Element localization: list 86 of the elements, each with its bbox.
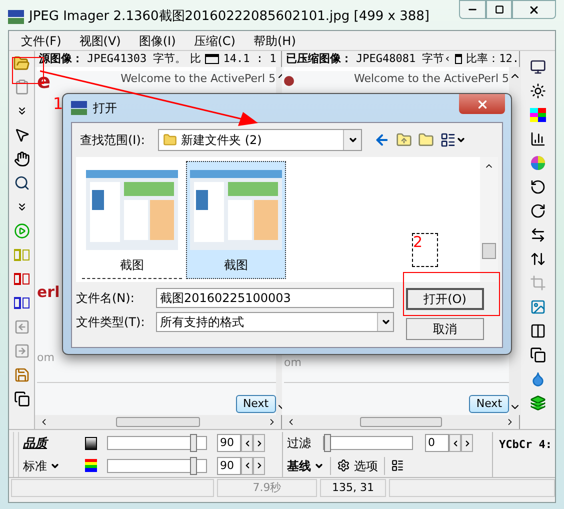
increment-button[interactable]	[253, 434, 265, 452]
close-icon	[528, 4, 540, 16]
up-folder-icon[interactable]	[396, 132, 412, 148]
view-menu-icon[interactable]	[440, 132, 466, 148]
slider-thumb[interactable]	[324, 434, 331, 452]
maximize-icon	[494, 5, 504, 14]
status-coordinates: 135, 31	[320, 479, 386, 497]
new-folder-icon[interactable]	[418, 132, 434, 148]
brightness-icon[interactable]	[528, 81, 548, 101]
open-button[interactable]: 打开(O)	[406, 288, 484, 310]
pane-info: 比率：12.	[466, 50, 519, 67]
grayscale-icon	[85, 436, 97, 450]
menu-item[interactable]: 图像(I)	[138, 32, 176, 50]
slider[interactable]	[107, 436, 207, 450]
minimize-button[interactable]	[459, 0, 486, 19]
decrement-button[interactable]	[241, 434, 253, 452]
color-grid-icon[interactable]	[528, 105, 548, 125]
copy-icon[interactable]	[12, 389, 32, 409]
increment-button[interactable]	[461, 434, 473, 452]
menu-item[interactable]: 文件(F)	[21, 32, 62, 50]
file-name: 截图	[120, 257, 144, 274]
dialog-title: 打开	[93, 100, 117, 117]
decrement-button[interactable]	[449, 434, 461, 452]
pane-info: JPEG41303 字节。	[87, 50, 186, 67]
file-type-dropdown[interactable]: 所有支持的格式	[156, 312, 394, 332]
options-button[interactable]: 选项	[337, 456, 385, 475]
close-icon	[476, 98, 488, 110]
slider[interactable]	[323, 436, 413, 450]
menu-item[interactable]: 帮助(H)	[254, 32, 296, 50]
annotation-number: 1	[53, 93, 64, 115]
preview-icon[interactable]	[391, 459, 404, 472]
look-in-label: 查找范围(I):	[79, 132, 146, 149]
window-icon	[454, 54, 462, 64]
subsampling-label: YCbCr 4:	[499, 438, 552, 451]
decrement-button[interactable]	[241, 456, 253, 475]
app-logo-icon	[71, 101, 87, 115]
next-button[interactable]: Next	[469, 394, 510, 413]
next-button[interactable]: Next	[236, 394, 276, 413]
website-text: om	[284, 355, 302, 371]
welcome-text: Welcome to the ActivePerl 5	[120, 70, 276, 87]
color-icon	[85, 459, 97, 472]
pane-info: 14.1 : 1	[223, 50, 276, 67]
annotation-number: 2	[412, 233, 438, 267]
preset-dropdown[interactable]: 标准	[23, 456, 85, 475]
folder-icon	[163, 133, 177, 147]
slider-thumb[interactable]	[190, 434, 197, 452]
window-title: JPEG Imager 2.1360截图20160222085602101.jpg [499 x 388]	[29, 8, 430, 26]
quality-label: 品质	[23, 435, 50, 452]
maximize-button[interactable]	[486, 0, 512, 19]
file-item[interactable]: 截图	[82, 161, 182, 279]
filename-label: 文件名(N):	[76, 290, 136, 307]
filter-label: 过滤	[287, 435, 311, 452]
number-field[interactable]: 0	[425, 434, 449, 452]
website-text: om	[37, 350, 56, 366]
pane-title: 已压缩图像：	[286, 50, 352, 67]
menu-item[interactable]: 视图(V)	[79, 32, 121, 50]
file-item[interactable]: 截图	[186, 161, 286, 279]
logo-text: erl	[37, 282, 60, 303]
resize-icon[interactable]	[528, 345, 548, 365]
vertical-scrollbar[interactable]	[480, 157, 498, 282]
number-field[interactable]: 90	[217, 434, 241, 452]
increment-button[interactable]	[253, 456, 265, 475]
pane-info: JPEG48081 字节‹	[356, 50, 451, 67]
status-time: 7.9秒	[217, 479, 317, 497]
gear-icon	[337, 459, 350, 472]
horizontal-scrollbar[interactable]	[282, 415, 519, 429]
back-icon[interactable]	[374, 132, 390, 148]
app-logo-icon	[8, 10, 24, 24]
slider-thumb[interactable]	[190, 456, 197, 475]
file-type-label: 文件类型(T):	[76, 314, 146, 331]
horizontal-scrollbar[interactable]	[35, 415, 281, 429]
window-icon	[205, 54, 220, 64]
cancel-button[interactable]: 取消	[406, 318, 484, 340]
mode-dropdown[interactable]: 基线	[287, 456, 331, 475]
number-field[interactable]: 90	[217, 456, 241, 475]
menu-item[interactable]: 压缩(C)	[194, 32, 236, 50]
close-button[interactable]	[512, 0, 556, 19]
scrollbar-thumb[interactable]	[482, 243, 496, 259]
filename-field[interactable]: 截图20160225100003	[156, 288, 394, 308]
welcome-text: Welcome to the ActivePerl 5	[354, 70, 510, 87]
file-name: 截图	[224, 257, 248, 274]
slider[interactable]	[107, 458, 207, 473]
layers-icon[interactable]	[528, 393, 548, 413]
hand-icon[interactable]	[12, 149, 32, 169]
look-in-dropdown[interactable]: 新建文件夹 (2)	[158, 129, 362, 151]
pane-info: 比	[190, 50, 202, 67]
